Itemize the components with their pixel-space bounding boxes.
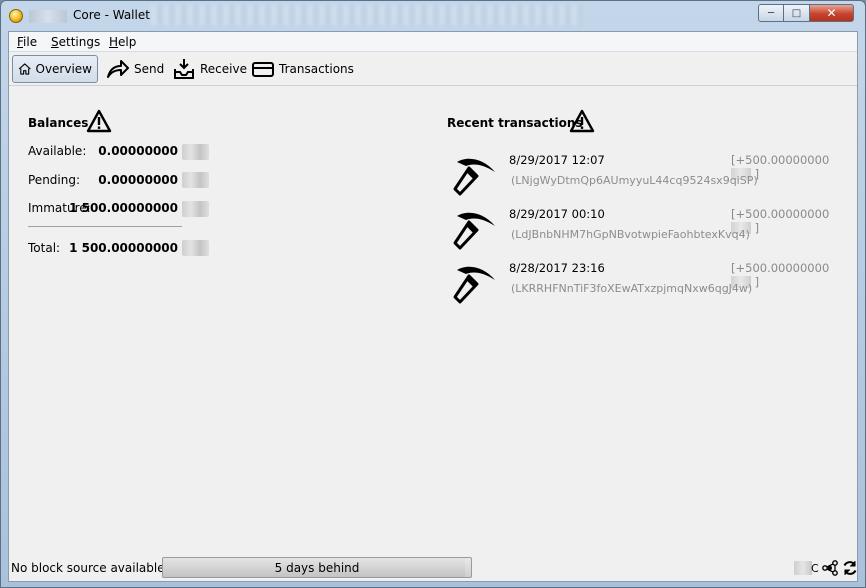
available-label: Available: <box>28 144 87 158</box>
sync-refresh-icon[interactable] <box>841 559 859 577</box>
transaction-amount-value: [+500.00000000 <box>731 261 830 275</box>
title-bar[interactable]: Core - Wallet ─ □ ✕ <box>1 1 865 31</box>
available-value: 0.00000000 <box>98 144 178 158</box>
tab-send-label: Send <box>134 62 165 76</box>
pending-label: Pending: <box>28 173 81 187</box>
transaction-item[interactable]: 8/28/2017 23:16 [+500.00000000 ] (LKRRHF… <box>447 260 847 310</box>
send-arrow-icon <box>107 60 129 78</box>
transaction-address: (LKRRHFNnTiF3foXEwATxzpjmqNxw6qgJ4w) <box>511 282 753 295</box>
transaction-item[interactable]: 8/29/2017 00:10 [+500.00000000 ] (LdJBnb… <box>447 206 847 256</box>
tab-send[interactable]: Send <box>101 55 169 83</box>
menu-bar: File Settings Help <box>9 32 857 52</box>
transaction-address: (LNjgWyDtmQp6AUmyyuL44cq9524sx9qiSP) <box>511 174 758 187</box>
card-icon <box>252 62 274 77</box>
sync-progress-bar: 5 days behind <box>162 557 472 578</box>
status-bar: No block source available... 5 days behi… <box>9 553 857 582</box>
home-icon <box>18 63 31 75</box>
transaction-amount-close: ] <box>754 221 760 235</box>
transaction-amount-value: [+500.00000000 <box>731 207 830 221</box>
transaction-item[interactable]: 8/29/2017 12:07 [+500.00000000 ] (LNjgWy… <box>447 152 847 202</box>
tab-transactions[interactable]: Transactions <box>246 55 359 83</box>
maximize-icon: □ <box>791 7 802 19</box>
mining-pickaxe-icon <box>453 212 495 250</box>
tab-receive-label: Receive <box>200 62 247 76</box>
title-redacted <box>29 10 67 23</box>
unit-suffix[interactable]: C <box>811 562 819 575</box>
tab-overview-label: Overview <box>35 62 93 76</box>
minimize-button[interactable]: ─ <box>758 4 784 22</box>
window-title: Core - Wallet <box>73 8 150 22</box>
total-unit-redacted <box>182 240 209 256</box>
immature-value: 1 500.00000000 <box>69 201 178 215</box>
mining-pickaxe-icon <box>453 158 495 196</box>
tab-overview[interactable]: Overview <box>12 55 98 83</box>
transaction-date: 8/28/2017 23:16 <box>509 261 605 275</box>
minimize-icon: ─ <box>767 7 775 19</box>
sync-progress-label: 5 days behind <box>274 561 360 575</box>
transaction-date: 8/29/2017 12:07 <box>509 153 605 167</box>
toolbar: Overview Send Receive Transactions <box>9 52 857 86</box>
mining-pickaxe-icon <box>453 266 495 304</box>
menu-help[interactable]: Help <box>109 35 136 49</box>
status-message: No block source available... <box>11 561 177 575</box>
available-unit-redacted <box>182 144 209 160</box>
transaction-date: 8/29/2017 00:10 <box>509 207 605 221</box>
transaction-amount-value: [+500.00000000 <box>731 153 830 167</box>
pending-unit-redacted <box>182 172 209 188</box>
tab-receive[interactable]: Receive <box>167 55 252 83</box>
unit-redacted <box>794 561 812 575</box>
receive-inbox-icon <box>174 59 194 79</box>
balances-warning-icon[interactable] <box>86 109 112 133</box>
title-background-blur <box>151 5 581 25</box>
total-value: 1 500.00000000 <box>69 241 178 255</box>
immature-unit-redacted <box>182 201 209 217</box>
pending-value: 0.00000000 <box>98 173 178 187</box>
transaction-amount-close: ] <box>754 275 760 289</box>
app-coin-icon[interactable] <box>9 9 23 23</box>
maximize-button[interactable]: □ <box>784 4 810 22</box>
network-connections-icon[interactable] <box>821 559 839 577</box>
menu-settings[interactable]: Settings <box>51 35 100 49</box>
balance-separator <box>28 226 182 227</box>
recent-warning-icon[interactable] <box>569 109 595 133</box>
wallet-window: Core - Wallet ─ □ ✕ File Settings Help O… <box>0 0 866 588</box>
balances-title: Balances <box>28 116 89 130</box>
close-icon: ✕ <box>826 6 837 20</box>
close-button[interactable]: ✕ <box>810 4 854 22</box>
tab-transactions-label: Transactions <box>279 62 354 76</box>
main-client-area: File Settings Help Overview Send Receive… <box>8 31 858 582</box>
recent-transactions-title: Recent transactions <box>447 116 583 130</box>
menu-file[interactable]: File <box>17 35 37 49</box>
total-label: Total: <box>28 241 61 255</box>
transaction-address: (LdJBnbNHM7hGpNBvotwpieFaohbtexKvq4) <box>511 228 750 241</box>
